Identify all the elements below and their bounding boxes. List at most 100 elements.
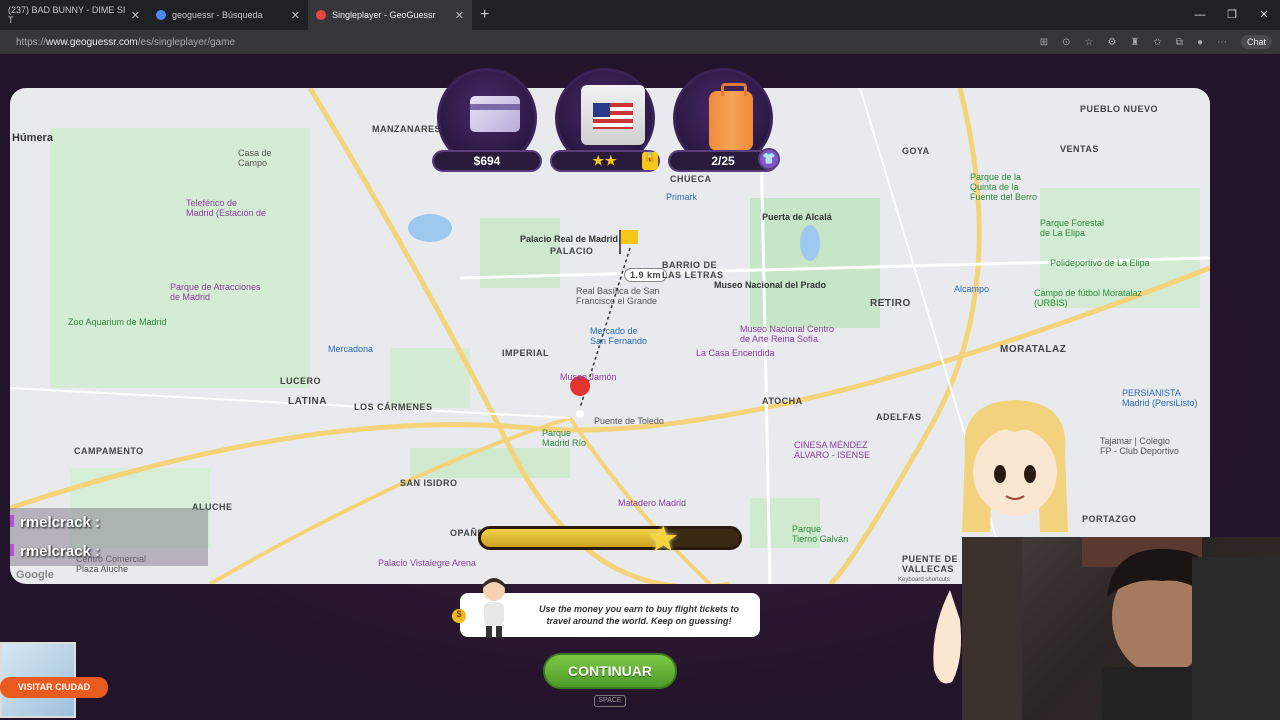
install-app-icon[interactable]: ⊞ bbox=[1040, 37, 1048, 48]
map-label-imperial: IMPERIAL bbox=[502, 348, 550, 358]
url-prefix: https:// bbox=[16, 36, 47, 48]
tab-youtube[interactable]: (237) BAD BUNNY - DIME SI T ✕ bbox=[0, 0, 148, 30]
map-label-puente-vallecas: PUENTE DE VALLECAS bbox=[902, 554, 959, 574]
map-label-campo-futbol: Campo de fútbol Moratalaz (URBIS) bbox=[1034, 288, 1143, 308]
score-progress-bar bbox=[478, 526, 742, 550]
map-label-primark: Primark bbox=[666, 192, 697, 202]
map-label-casa-encendida: La Casa Encendida bbox=[696, 348, 775, 358]
hud-suitcase[interactable]: 2/25 👕 bbox=[668, 68, 780, 178]
restore-icon[interactable]: ❐ bbox=[1216, 0, 1248, 30]
map-label-moratalaz: MORATALAZ bbox=[1000, 344, 1067, 355]
url-field[interactable]: https://www.geoguessr.com/es/singleplaye… bbox=[16, 37, 235, 48]
close-icon[interactable]: ✕ bbox=[291, 9, 300, 22]
space-key-hint: SPACE bbox=[594, 695, 626, 707]
chat-message: rmelcrack : bbox=[10, 543, 100, 560]
map-label-quinta: Parque de la Quinta de la Fuente del Ber… bbox=[970, 172, 1038, 202]
player-avatar bbox=[962, 400, 1068, 532]
usa-flag-icon bbox=[593, 103, 633, 129]
continue-button[interactable]: CONTINUAR bbox=[543, 653, 677, 689]
guide-character-icon bbox=[483, 578, 505, 638]
map-label-casa-campo: Casa de Campo bbox=[238, 148, 272, 168]
tab-label: Singleplayer - GeoGuessr bbox=[332, 10, 436, 20]
browser-tab-bar: (237) BAD BUNNY - DIME SI T ✕ geoguessr … bbox=[0, 0, 1280, 30]
extensions-icon[interactable]: ⚙ bbox=[1107, 37, 1116, 48]
suitcase-icon bbox=[709, 83, 753, 151]
map-label-teleferico: Teleférico de Madrid (Estación de bbox=[186, 198, 267, 218]
map-label-san-isidro: SAN ISIDRO bbox=[400, 478, 458, 488]
favorites-icon[interactable]: ✩ bbox=[1153, 37, 1161, 48]
coin-icon: $ bbox=[452, 609, 466, 623]
profile-avatar-icon[interactable]: ● bbox=[1197, 37, 1203, 48]
address-bar-icons: ⊞ ⊙ ☆ ⚙ ♜ ✩ ⧉ ● ⋯ Chat bbox=[1040, 30, 1272, 54]
new-tab-button[interactable]: + bbox=[480, 6, 489, 24]
tab-geoguessr[interactable]: Singleplayer - GeoGuessr ✕ bbox=[308, 0, 472, 30]
lock-icon: 🔒 bbox=[642, 152, 658, 170]
window-controls: — ❐ ✕ bbox=[1184, 0, 1280, 30]
map-label-retiro: RETIRO bbox=[870, 298, 911, 309]
search-icon bbox=[156, 10, 166, 20]
map-label-palacio-real: Palacio Real de Madrid bbox=[520, 234, 619, 244]
url-host: www.geoguessr.com bbox=[46, 36, 138, 48]
tab-search[interactable]: geoguessr - Búsqueda ✕ bbox=[148, 0, 308, 30]
progress-fill bbox=[481, 529, 662, 547]
map-label-ventas: VENTAS bbox=[1060, 144, 1099, 154]
map-label-humera: Húmera bbox=[12, 132, 53, 144]
map-label-campamento: CAMPAMENTO bbox=[74, 446, 144, 456]
google-logo: Google bbox=[16, 569, 54, 581]
collections-icon[interactable]: ⧉ bbox=[1176, 37, 1183, 48]
reader-icon[interactable]: ⊙ bbox=[1062, 37, 1070, 48]
map-label-cinesa: CINESA MÉNDEZ ÁLVARO - ISENSE bbox=[794, 440, 871, 460]
map-label-latina: LATINA bbox=[288, 396, 327, 407]
map-label-mercadona: Mercadona bbox=[328, 344, 374, 354]
favorite-star-icon[interactable]: ☆ bbox=[1085, 37, 1094, 48]
visit-city-button[interactable]: VISITAR CIUDAD bbox=[0, 677, 108, 698]
hud-passport[interactable]: ★★ 🔒 bbox=[550, 68, 660, 178]
shield-icon[interactable]: ♜ bbox=[1130, 37, 1139, 48]
map-label-goya: GOYA bbox=[902, 146, 930, 156]
map-label-barrio-letras: BARRIO DE LAS LETRAS bbox=[662, 260, 724, 280]
retiro-pond bbox=[800, 225, 820, 261]
map-label-atocha: ATOCHA bbox=[762, 396, 803, 406]
map-label-pueblo-nuevo: PUEBLO NUEVO bbox=[1080, 104, 1159, 114]
map-label-reina-sofia: Museo Nacional Centro de Arte Reina Sofí… bbox=[740, 324, 835, 344]
map-label-persianista: PERSIANISTA Madrid (PersiListo) bbox=[1122, 388, 1198, 408]
map-label-palacio: PALACIO bbox=[550, 246, 594, 256]
tip-text: Use the money you earn to buy flight tic… bbox=[538, 604, 740, 626]
correct-location-flag-icon bbox=[620, 230, 638, 244]
tab-label: geoguessr - Búsqueda bbox=[172, 10, 263, 20]
map-label-los-carmenes: LOS CÁRMENES bbox=[354, 402, 433, 412]
hud-money: $694 bbox=[432, 68, 542, 178]
cuna-verde-park bbox=[390, 348, 470, 408]
credit-card-icon bbox=[470, 96, 520, 132]
map-label-san-francisco: Real Basílica de San Francisco el Grande bbox=[576, 286, 660, 306]
chat-message: rmelcrack : bbox=[10, 514, 100, 531]
keyboard-shortcuts-link[interactable]: Keyboard shortcuts bbox=[898, 577, 950, 583]
url-path: /es/singleplayer/game bbox=[137, 36, 236, 48]
chat-button[interactable]: Chat bbox=[1240, 35, 1272, 49]
map-label-museo-prado: Museo Nacional del Prado bbox=[714, 280, 827, 290]
address-bar: https://www.geoguessr.com/es/singleplaye… bbox=[0, 30, 1280, 54]
map-label-museo-jamon: Museo Jamón bbox=[560, 372, 617, 382]
shirt-icon: 👕 bbox=[758, 148, 780, 170]
pin-dot bbox=[576, 410, 584, 418]
webcam-person bbox=[962, 537, 1280, 720]
map-label-lucero: LUCERO bbox=[280, 376, 321, 386]
tab-label: (237) BAD BUNNY - DIME SI T bbox=[8, 5, 126, 25]
map-label-polideportivo: Polideportivo de La Elipa bbox=[1050, 258, 1150, 268]
close-icon[interactable]: ✕ bbox=[131, 9, 140, 22]
map-label-portazgo: PORTAZGO bbox=[1082, 514, 1137, 524]
close-window-icon[interactable]: ✕ bbox=[1248, 0, 1280, 30]
map-label-mercado-fernando: Mercado de San Fernando bbox=[590, 326, 648, 346]
map-label-puerta-alcala: Puerta de Alcalá bbox=[762, 212, 832, 222]
map-label-elipa: Parque Forestal de La Elipa bbox=[1040, 218, 1105, 238]
close-icon[interactable]: ✕ bbox=[455, 9, 464, 22]
map-label-parque-madrid-rio: Parque Madrid Río bbox=[542, 428, 587, 448]
menu-icon[interactable]: ⋯ bbox=[1217, 37, 1227, 48]
map-label-tierno-galvan: Parque Tierno Galván bbox=[792, 524, 849, 544]
streamer-webcam bbox=[962, 537, 1280, 720]
lake bbox=[408, 214, 452, 242]
money-value: $694 bbox=[432, 150, 542, 172]
minimize-icon[interactable]: — bbox=[1184, 0, 1216, 30]
progress-star-icon: ★ bbox=[647, 518, 680, 559]
map-label-tajamar: Tajamar | Colegio FP - Club Deportivo bbox=[1100, 436, 1179, 456]
